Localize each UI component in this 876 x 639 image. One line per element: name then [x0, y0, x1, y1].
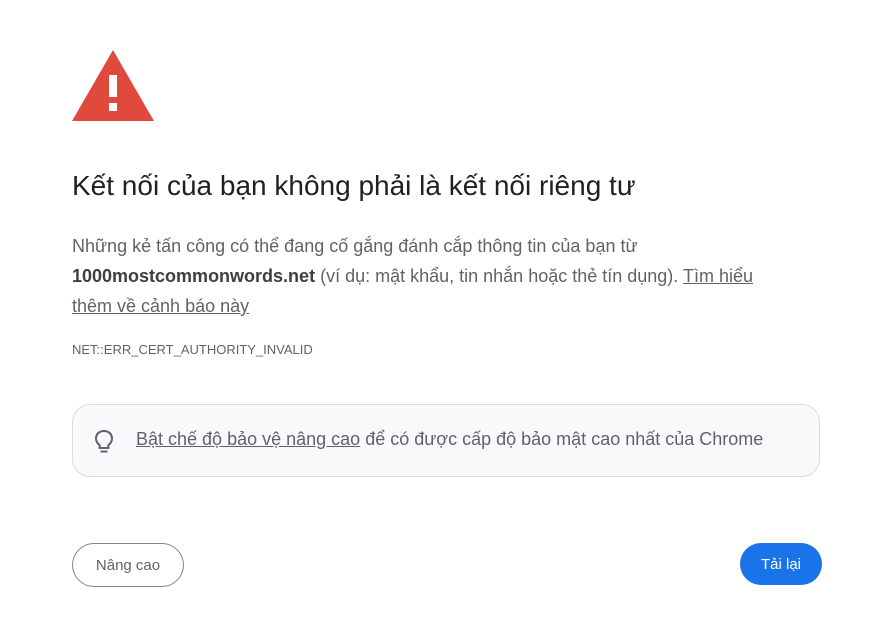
domain-name: 1000mostcommonwords.net: [72, 266, 316, 286]
page-title: Kết nối của bạn không phải là kết nối ri…: [72, 170, 636, 201]
advanced-button[interactable]: Nâng cao: [72, 543, 184, 587]
description-text-2: (ví dụ: mật khẩu, tin nhắn hoặc thẻ tín …: [320, 266, 679, 286]
main-message: Những kẻ tấn công có thể đang cố gắng đá…: [72, 231, 792, 321]
error-code: NET::ERR_CERT_AUTHORITY_INVALID: [72, 342, 313, 357]
description-text: Những kẻ tấn công có thể đang cố gắng đá…: [72, 236, 638, 256]
enhanced-protection-link[interactable]: Bật chế độ bảo vệ nâng cao: [136, 429, 360, 449]
lightbulb-icon: [94, 429, 114, 453]
warning-triangle-icon: [72, 50, 154, 121]
enhanced-protection-box: Bật chế độ bảo vệ nâng cao để có được cấ…: [72, 404, 820, 477]
enhanced-protection-message: Bật chế độ bảo vệ nâng cao để có được cấ…: [136, 429, 763, 450]
enhanced-protection-text: để có được cấp độ bảo mật cao nhất của C…: [365, 429, 764, 449]
reload-button[interactable]: Tải lại: [740, 543, 822, 585]
